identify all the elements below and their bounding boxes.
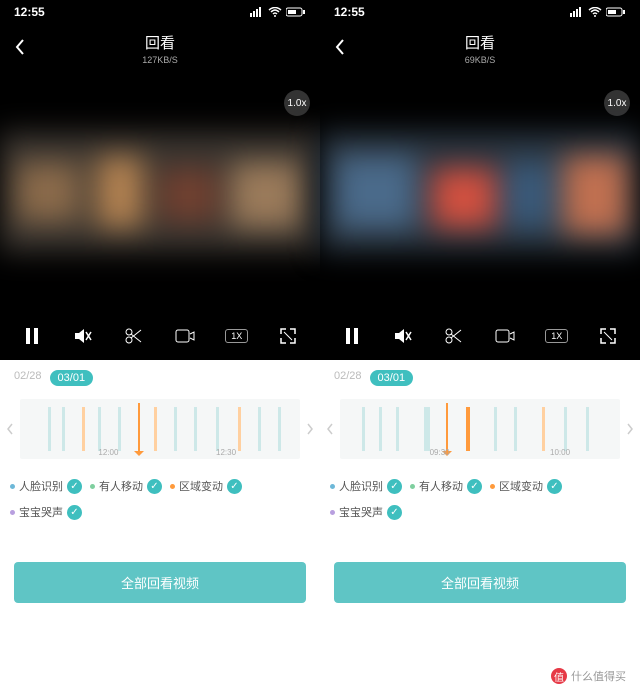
video-player[interactable]: 1.0x bbox=[320, 72, 640, 312]
speed-label: 127KB/S bbox=[142, 55, 178, 65]
signal-icon bbox=[250, 7, 264, 17]
playback-speed-badge[interactable]: 1.0x bbox=[284, 90, 310, 116]
wifi-icon bbox=[268, 7, 282, 17]
timeline-tick: 10:00 bbox=[550, 448, 570, 457]
timeline-tick: 12:30 bbox=[216, 448, 236, 457]
pause-button[interactable] bbox=[21, 325, 43, 347]
timeline-cursor[interactable] bbox=[138, 403, 140, 455]
timeline-tick: 09:30 bbox=[430, 448, 450, 457]
filter-cry[interactable]: 宝宝哭声✓ bbox=[10, 504, 82, 520]
battery-icon bbox=[286, 7, 306, 17]
watermark: 值 什么值得买 bbox=[545, 666, 632, 686]
pane-right: 12:55 回看 69KB/S 1.0x bbox=[320, 0, 640, 692]
timeline-prev[interactable] bbox=[0, 423, 20, 435]
timeline-next[interactable] bbox=[620, 423, 640, 435]
date-selector: 02/28 03/01 bbox=[0, 370, 320, 394]
timeline-section: 02/28 03/01 09:30 10:00 人脸识别✓ bbox=[320, 360, 640, 613]
speed-selector[interactable]: 1X bbox=[225, 329, 248, 343]
watermark-logo-icon: 值 bbox=[551, 668, 567, 684]
check-icon: ✓ bbox=[387, 505, 402, 520]
date-selector: 02/28 03/01 bbox=[320, 370, 640, 394]
filter-cry[interactable]: 宝宝哭声✓ bbox=[330, 504, 402, 520]
check-icon: ✓ bbox=[387, 479, 402, 494]
playback-speed-badge[interactable]: 1.0x bbox=[604, 90, 630, 116]
date-prev[interactable]: 02/28 bbox=[14, 370, 42, 386]
filter-face[interactable]: 人脸识别✓ bbox=[330, 478, 402, 494]
check-icon: ✓ bbox=[227, 479, 242, 494]
event-filters: 人脸识别✓ 有人移动✓ 区域变动✓ 宝宝哭声✓ bbox=[0, 464, 320, 534]
check-icon: ✓ bbox=[547, 479, 562, 494]
page-title: 回看 bbox=[465, 32, 496, 53]
fullscreen-button[interactable] bbox=[597, 325, 619, 347]
fullscreen-button[interactable] bbox=[277, 325, 299, 347]
mute-button[interactable] bbox=[72, 325, 94, 347]
video-frame bbox=[0, 132, 320, 252]
header: 回看 69KB/S bbox=[320, 24, 640, 72]
status-time: 12:55 bbox=[14, 5, 45, 19]
speed-selector[interactable]: 1X bbox=[545, 329, 568, 343]
date-current[interactable]: 03/01 bbox=[50, 370, 94, 386]
status-icons bbox=[570, 7, 626, 17]
page-title: 回看 bbox=[142, 32, 178, 53]
filter-zone[interactable]: 区域变动✓ bbox=[490, 478, 562, 494]
pause-button[interactable] bbox=[341, 325, 363, 347]
date-prev[interactable]: 02/28 bbox=[334, 370, 362, 386]
timeline-tick: 12:00 bbox=[98, 448, 118, 457]
video-controls: 1X bbox=[0, 312, 320, 360]
header: 回看 127KB/S bbox=[0, 24, 320, 72]
watermark-text: 什么值得买 bbox=[571, 668, 626, 684]
filter-face[interactable]: 人脸识别✓ bbox=[10, 478, 82, 494]
back-button[interactable] bbox=[334, 38, 346, 61]
mute-button[interactable] bbox=[392, 325, 414, 347]
signal-icon bbox=[570, 7, 584, 17]
timeline-prev[interactable] bbox=[320, 423, 340, 435]
video-player[interactable]: 1.0x bbox=[0, 72, 320, 312]
event-filters: 人脸识别✓ 有人移动✓ 区域变动✓ 宝宝哭声✓ bbox=[320, 464, 640, 534]
filter-motion[interactable]: 有人移动✓ bbox=[90, 478, 162, 494]
pane-left: 12:55 回看 127KB/S 1.0x bbox=[0, 0, 320, 692]
timeline-next[interactable] bbox=[300, 423, 320, 435]
video-frame bbox=[320, 132, 640, 252]
status-icons bbox=[250, 7, 306, 17]
check-icon: ✓ bbox=[147, 479, 162, 494]
battery-icon bbox=[606, 7, 626, 17]
status-bar: 12:55 bbox=[320, 0, 640, 24]
filter-zone[interactable]: 区域变动✓ bbox=[170, 478, 242, 494]
back-button[interactable] bbox=[14, 38, 26, 61]
check-icon: ✓ bbox=[467, 479, 482, 494]
status-bar: 12:55 bbox=[0, 0, 320, 24]
filter-motion[interactable]: 有人移动✓ bbox=[410, 478, 482, 494]
view-all-button[interactable]: 全部回看视频 bbox=[334, 562, 626, 603]
status-time: 12:55 bbox=[334, 5, 365, 19]
timeline-section: 02/28 03/01 12:00 12:30 bbox=[0, 360, 320, 613]
check-icon: ✓ bbox=[67, 505, 82, 520]
view-all-button[interactable]: 全部回看视频 bbox=[14, 562, 306, 603]
timeline[interactable]: 09:30 10:00 bbox=[340, 399, 620, 459]
video-controls: 1X bbox=[320, 312, 640, 360]
speed-label: 69KB/S bbox=[465, 55, 496, 65]
wifi-icon bbox=[588, 7, 602, 17]
date-current[interactable]: 03/01 bbox=[370, 370, 414, 386]
clip-button[interactable] bbox=[443, 325, 465, 347]
record-button[interactable] bbox=[174, 325, 196, 347]
timeline[interactable]: 12:00 12:30 bbox=[20, 399, 300, 459]
check-icon: ✓ bbox=[67, 479, 82, 494]
record-button[interactable] bbox=[494, 325, 516, 347]
clip-button[interactable] bbox=[123, 325, 145, 347]
